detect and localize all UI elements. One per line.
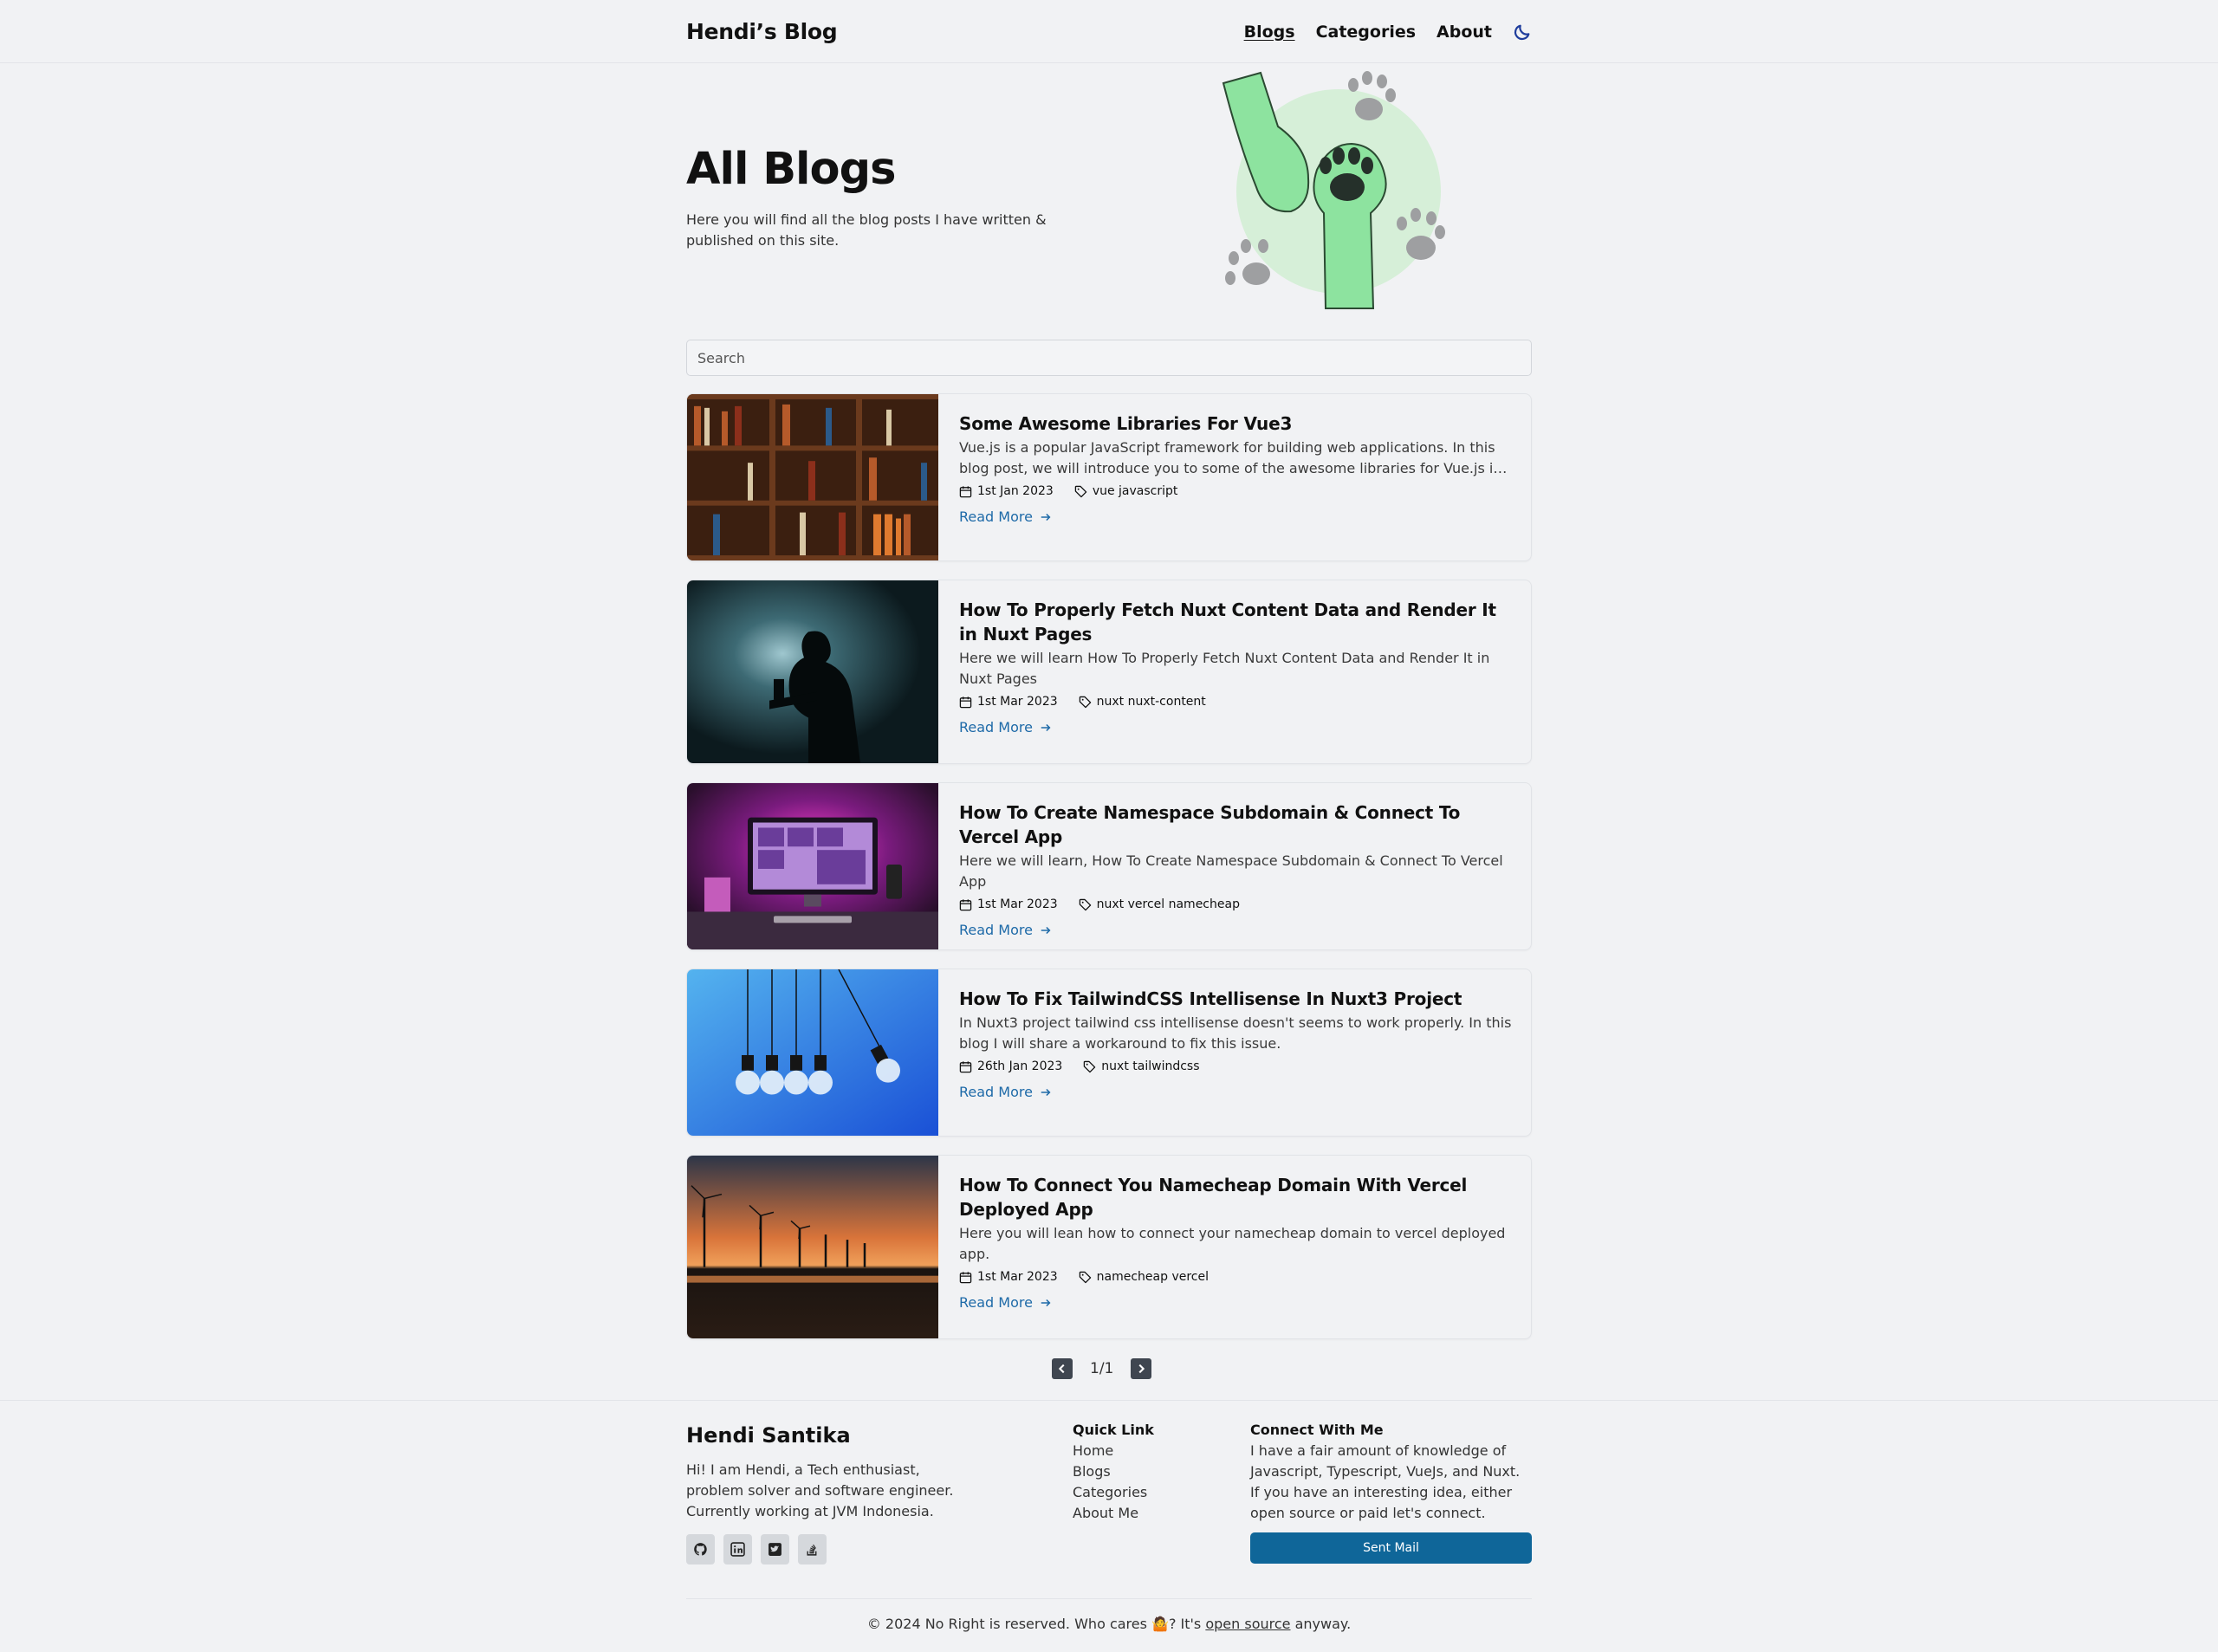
calendar-icon <box>959 898 972 910</box>
blog-card[interactable]: How To Fix TailwindCSS Intellisense In N… <box>686 969 1532 1137</box>
calendar-icon <box>959 485 972 497</box>
post-date: 1st Mar 2023 <box>977 1270 1058 1284</box>
arrow-right-icon <box>1041 1088 1051 1096</box>
post-meta: 1st Mar 2023 nuxt vercel namecheap <box>959 897 1514 911</box>
post-title[interactable]: How To Fix TailwindCSS Intellisense In N… <box>959 987 1514 1011</box>
blog-card[interactable]: How To Create Namespace Subdomain & Conn… <box>686 782 1532 950</box>
nav-categories[interactable]: Categories <box>1316 23 1416 42</box>
post-tags[interactable]: vue javascript <box>1093 484 1178 498</box>
connect-title: Connect With Me <box>1250 1422 1384 1438</box>
page-title: All Blogs <box>686 144 896 195</box>
chevron-left-icon <box>1058 1364 1065 1374</box>
post-meta: 1st Jan 2023 vue javascript <box>959 484 1514 498</box>
post-thumbnail-light-bulbs <box>687 969 938 1136</box>
stackoverflow-link[interactable] <box>798 1534 827 1565</box>
post-date: 26th Jan 2023 <box>977 1059 1063 1073</box>
post-description: Here you will lean how to connect your n… <box>959 1225 1506 1262</box>
post-thumbnail-desk-setup <box>687 783 938 949</box>
post-meta: 26th Jan 2023 nuxt tailwindcss <box>959 1059 1514 1073</box>
search-input[interactable] <box>686 340 1532 376</box>
chevron-right-icon <box>1138 1364 1145 1374</box>
linkedin-link[interactable] <box>723 1534 752 1565</box>
post-thumbnail-bookshelf <box>687 394 938 560</box>
footer-link-home[interactable]: Home <box>1073 1441 1154 1461</box>
footer-bio: Hi! I am Hendi, a Tech enthusiast, probl… <box>686 1461 954 1519</box>
post-description: Vue.js is a popular JavaScript framework… <box>959 439 1502 476</box>
moon-icon[interactable] <box>1513 23 1532 42</box>
github-link[interactable] <box>686 1534 715 1565</box>
footer-divider <box>686 1598 1532 1599</box>
post-tags[interactable]: nuxt vercel namecheap <box>1097 897 1240 911</box>
post-date: 1st Mar 2023 <box>977 897 1058 911</box>
post-tags[interactable]: namecheap vercel <box>1097 1270 1209 1284</box>
connect-section: Connect With Me I have a fair amount of … <box>1250 1420 1533 1524</box>
arrow-right-icon <box>1041 513 1051 521</box>
main-nav: Blogs Categories About <box>1244 23 1532 42</box>
post-description: Here we will learn, How To Create Namesp… <box>959 852 1503 890</box>
blog-card[interactable]: Some Awesome Libraries For Vue3 Vue.js i… <box>686 393 1532 561</box>
quick-links-title: Quick Link <box>1073 1422 1154 1438</box>
post-thumbnail-wind-turbines <box>687 1156 938 1338</box>
github-icon <box>694 1543 707 1556</box>
hero-illustration <box>1213 66 1464 317</box>
footer-link-categories[interactable]: Categories <box>1073 1482 1154 1503</box>
tag-icon <box>1074 485 1087 497</box>
next-page-button[interactable] <box>1131 1358 1152 1379</box>
site-footer: Hendi Santika Hi! I am Hendi, a Tech ent… <box>0 1400 2218 1652</box>
read-more-link[interactable]: Read More <box>959 509 1052 525</box>
nav-blogs[interactable]: Blogs <box>1244 23 1295 42</box>
copyright: © 2024 No Right is reserved. Who cares 🤷… <box>866 1616 1352 1632</box>
post-tags[interactable]: nuxt tailwindcss <box>1101 1059 1199 1073</box>
post-title[interactable]: How To Properly Fetch Nuxt Content Data … <box>959 598 1514 646</box>
post-date: 1st Jan 2023 <box>977 484 1054 498</box>
post-description: In Nuxt3 project tailwind css intellisen… <box>959 1014 1512 1052</box>
footer-author-name: Hendi Santika <box>686 1423 851 1448</box>
calendar-icon <box>959 1271 972 1283</box>
blog-card[interactable]: How To Properly Fetch Nuxt Content Data … <box>686 580 1532 764</box>
post-description: Here we will learn How To Properly Fetch… <box>959 650 1490 687</box>
calendar-icon <box>959 1060 972 1072</box>
read-more-link[interactable]: Read More <box>959 719 1052 735</box>
post-tags[interactable]: nuxt nuxt-content <box>1097 695 1206 709</box>
post-meta: 1st Mar 2023 namecheap vercel <box>959 1270 1514 1284</box>
post-date: 1st Mar 2023 <box>977 695 1058 709</box>
pagination: 1/1 <box>1052 1358 1152 1379</box>
read-more-link[interactable]: Read More <box>959 1294 1052 1311</box>
open-source-link[interactable]: open source <box>1205 1616 1290 1632</box>
tag-icon <box>1084 1060 1096 1072</box>
page-indicator: 1/1 <box>1090 1360 1114 1377</box>
read-more-link[interactable]: Read More <box>959 922 1052 938</box>
quick-links: Quick Link Home Blogs Categories About M… <box>1073 1420 1154 1524</box>
site-header: Hendi’s Blog Blogs Categories About <box>0 0 2218 63</box>
blog-card[interactable]: How To Connect You Namecheap Domain With… <box>686 1155 1532 1339</box>
linkedin-icon <box>730 1542 745 1557</box>
page-subtitle: Here you will find all the blog posts I … <box>686 211 1047 249</box>
stackoverflow-icon <box>807 1544 817 1556</box>
arrow-right-icon <box>1041 723 1051 731</box>
tag-icon <box>1079 898 1091 910</box>
calendar-icon <box>959 696 972 708</box>
arrow-right-icon <box>1041 926 1051 934</box>
connect-text: I have a fair amount of knowledge of Jav… <box>1250 1442 1521 1521</box>
read-more-link[interactable]: Read More <box>959 1084 1052 1100</box>
twitter-icon <box>769 1543 781 1556</box>
arrow-right-icon <box>1041 1299 1051 1306</box>
twitter-link[interactable] <box>761 1534 789 1565</box>
prev-page-button[interactable] <box>1052 1358 1073 1379</box>
post-title[interactable]: How To Connect You Namecheap Domain With… <box>959 1173 1514 1221</box>
footer-link-about[interactable]: About Me <box>1073 1503 1154 1524</box>
site-brand[interactable]: Hendi’s Blog <box>686 19 838 44</box>
post-title[interactable]: Some Awesome Libraries For Vue3 <box>959 411 1514 436</box>
social-links <box>686 1534 827 1565</box>
nav-about[interactable]: About <box>1437 23 1492 42</box>
post-thumbnail-silhouette <box>687 580 938 763</box>
post-title[interactable]: How To Create Namespace Subdomain & Conn… <box>959 800 1514 849</box>
tag-icon <box>1079 1271 1091 1283</box>
post-meta: 1st Mar 2023 nuxt nuxt-content <box>959 695 1514 709</box>
footer-link-blogs[interactable]: Blogs <box>1073 1461 1154 1482</box>
tag-icon <box>1079 696 1091 708</box>
send-mail-button[interactable]: Sent Mail <box>1250 1532 1532 1564</box>
